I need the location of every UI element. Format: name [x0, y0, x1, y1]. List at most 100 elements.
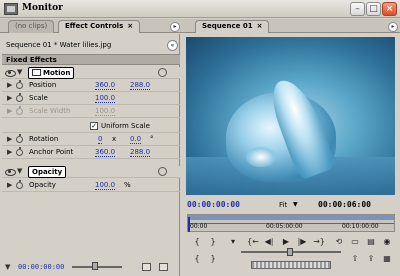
expand-triangle-icon[interactable]: ▶ — [7, 181, 12, 189]
rotation-turns-value[interactable]: 0 — [98, 135, 103, 144]
extract-icon[interactable]: ⇪ — [365, 254, 377, 264]
ruler-label-1: 00:05:00:00 — [266, 223, 303, 230]
maximize-button[interactable]: □ — [366, 2, 381, 16]
position-label: Position — [29, 81, 57, 89]
expand-triangle-icon[interactable]: ▶ — [7, 81, 12, 89]
motion-reset-icon[interactable] — [158, 68, 167, 77]
anchor-x-value[interactable]: 360.0 — [95, 148, 116, 157]
effect-timecode[interactable]: 00:00:00:00 — [18, 263, 64, 271]
fixed-effects-label: Fixed Effects — [6, 56, 57, 64]
tab-effect-close-icon[interactable]: × — [127, 22, 133, 30]
timeline-zoom-bar[interactable] — [188, 215, 394, 220]
tab-sequence-close-icon[interactable]: × — [257, 22, 263, 30]
current-timecode[interactable]: 00:00:00:00 — [187, 200, 240, 209]
expand-triangle-icon[interactable]: ▼ — [17, 68, 22, 76]
title-bar: Monitor – □ × — [0, 0, 400, 18]
go-to-in-icon[interactable]: {← — [247, 237, 259, 247]
zoom-select[interactable]: Fit — [279, 201, 287, 209]
expand-triangle-icon: ▶ — [7, 107, 13, 115]
opacity-value[interactable]: 100.0 — [95, 181, 116, 190]
stopwatch-icon[interactable] — [16, 134, 23, 143]
tab-effect-controls[interactable]: Effect Controls × — [58, 20, 141, 33]
eye-icon[interactable] — [5, 168, 16, 176]
rotation-degrees-value[interactable]: 0.0 — [130, 135, 142, 144]
loop-icon[interactable]: ⟲ — [333, 237, 345, 247]
play-icon[interactable]: ▶ — [280, 237, 292, 247]
jog-wheel[interactable] — [251, 261, 331, 269]
anchor-point-label: Anchor Point — [29, 148, 74, 156]
expand-triangle-icon[interactable]: ▼ — [17, 167, 22, 175]
lift-icon[interactable]: ⇧ — [349, 254, 361, 264]
scale-width-value: 100.0 — [95, 107, 116, 116]
safe-margins-icon[interactable]: ▭ — [349, 237, 361, 247]
eye-icon[interactable] — [5, 69, 16, 77]
stopwatch-icon[interactable] — [16, 80, 23, 89]
rotation-label: Rotation — [29, 135, 59, 143]
position-x-value[interactable]: 360.0 — [95, 81, 116, 90]
effect-panel-menu-icon[interactable]: ▸ — [170, 22, 180, 32]
monitor-app-icon — [4, 3, 18, 15]
clip-name: Sequence 01 * Water lilies.jpg — [6, 41, 112, 49]
fixed-effects-header: Fixed Effects — [2, 54, 180, 65]
minimize-button[interactable]: – — [350, 2, 365, 16]
step-back-icon[interactable]: ◀| — [263, 237, 275, 247]
rotation-row: ▶ Rotation 0 x 0.0 ° — [2, 134, 180, 146]
position-row: ▶ Position 360.0 288.0 — [2, 80, 180, 92]
trim-icon[interactable]: ▦ — [381, 254, 393, 264]
position-y-value[interactable]: 288.0 — [130, 81, 151, 90]
set-out-icon[interactable]: } — [207, 237, 219, 247]
export-frame-icon[interactable]: ◉ — [381, 237, 393, 247]
tab-no-clips-label: (no clips) — [15, 22, 48, 30]
go-to-out-icon[interactable]: →} — [313, 237, 325, 247]
close-button[interactable]: × — [382, 2, 397, 16]
opacity-label: Opacity — [29, 181, 56, 189]
program-panel-menu-icon[interactable]: ▸ — [388, 22, 398, 32]
tab-no-clips[interactable]: (no clips) — [8, 20, 55, 33]
zoom-slider[interactable] — [72, 262, 122, 270]
anchor-y-value[interactable]: 288.0 — [130, 148, 151, 157]
stopwatch-icon[interactable] — [16, 147, 23, 156]
set-in-icon[interactable]: { — [191, 237, 203, 247]
motion-effect-row[interactable]: ▼ Motion — [2, 67, 180, 79]
mini-timeline[interactable]: 00:00 00:05:00:00 00:10:00:00 — [187, 214, 395, 232]
stopwatch-icon[interactable] — [16, 93, 23, 102]
chevron-down-icon[interactable]: ▼ — [293, 201, 298, 208]
scale-row: ▶ Scale 100.0 — [2, 93, 180, 105]
tab-sequence-label: Sequence 01 — [202, 22, 253, 30]
collapse-icon[interactable]: « — [167, 40, 178, 51]
uniform-scale-checkbox[interactable]: ✓ — [90, 122, 98, 130]
scale-label: Scale — [29, 94, 48, 102]
expand-triangle-icon[interactable]: ▼ — [5, 263, 10, 271]
video-preview[interactable] — [186, 37, 395, 195]
rotation-times-label: x — [112, 135, 117, 143]
set-marker-icon[interactable]: ▾ — [227, 237, 239, 247]
shuttle-thumb[interactable] — [287, 248, 293, 256]
scale-width-row: ▶ Scale Width 100.0 — [2, 106, 180, 118]
go-to-next-marker-icon[interactable]: } — [207, 254, 219, 264]
expand-triangle-icon[interactable]: ▶ — [7, 148, 12, 156]
ruler-label-2: 00:10:00:00 — [342, 223, 379, 230]
step-forward-icon[interactable]: |▶ — [296, 237, 308, 247]
effect-footer-icon-1[interactable] — [142, 263, 151, 271]
playhead[interactable] — [188, 217, 190, 232]
expand-triangle-icon[interactable]: ▶ — [7, 135, 12, 143]
opacity-label-box[interactable]: Opacity — [28, 166, 67, 178]
expand-triangle-icon[interactable]: ▶ — [7, 94, 12, 102]
opacity-effect-row[interactable]: ▼ Opacity — [2, 166, 180, 178]
shuttle-slider[interactable] — [241, 248, 341, 256]
tab-effect-controls-label: Effect Controls — [65, 22, 124, 30]
duration-timecode: 00:00:06:00 — [318, 200, 371, 209]
timecode-row: 00:00:00:00 Fit ▼ 00:00:06:00 — [183, 198, 400, 212]
output-icon[interactable]: ▤ — [365, 237, 377, 247]
motion-label-box[interactable]: Motion — [28, 67, 75, 79]
scale-width-label: Scale Width — [29, 107, 71, 115]
scale-value[interactable]: 100.0 — [95, 94, 116, 103]
effect-footer-icon-2[interactable] — [159, 263, 168, 271]
effect-controls-footer: ▼ 00:00:00:00 — [2, 256, 180, 276]
opacity-reset-icon[interactable] — [158, 167, 167, 176]
zoom-slider-thumb[interactable] — [92, 262, 98, 270]
stopwatch-icon[interactable] — [16, 180, 23, 189]
rotation-unit-label: ° — [150, 135, 154, 143]
tab-sequence[interactable]: Sequence 01 × — [195, 20, 270, 33]
go-to-prev-marker-icon[interactable]: { — [191, 254, 203, 264]
